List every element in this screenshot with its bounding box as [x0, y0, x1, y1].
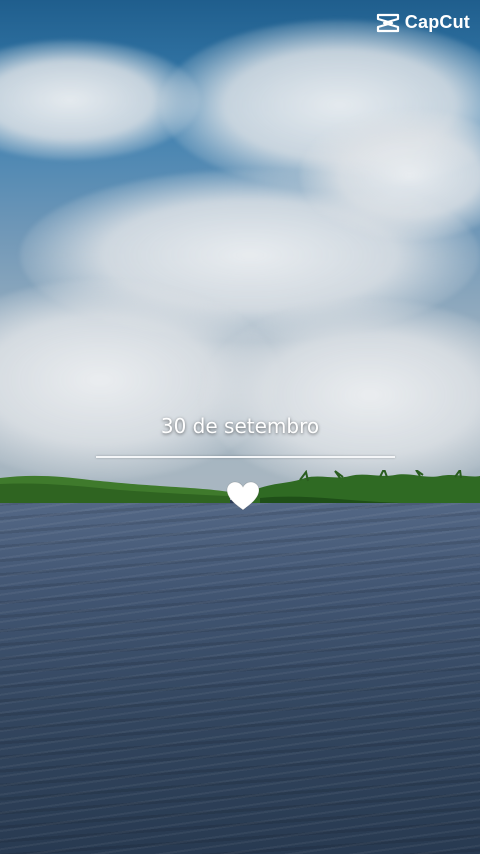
capcut-logo-icon [376, 13, 399, 32]
caption-divider [96, 456, 395, 458]
sea [0, 503, 480, 854]
capcut-brand-text: CapCut [404, 12, 470, 32]
heart-icon [226, 481, 260, 511]
capcut-watermark: CapCut [376, 12, 470, 33]
date-caption: 30 de setembro [160, 414, 320, 438]
